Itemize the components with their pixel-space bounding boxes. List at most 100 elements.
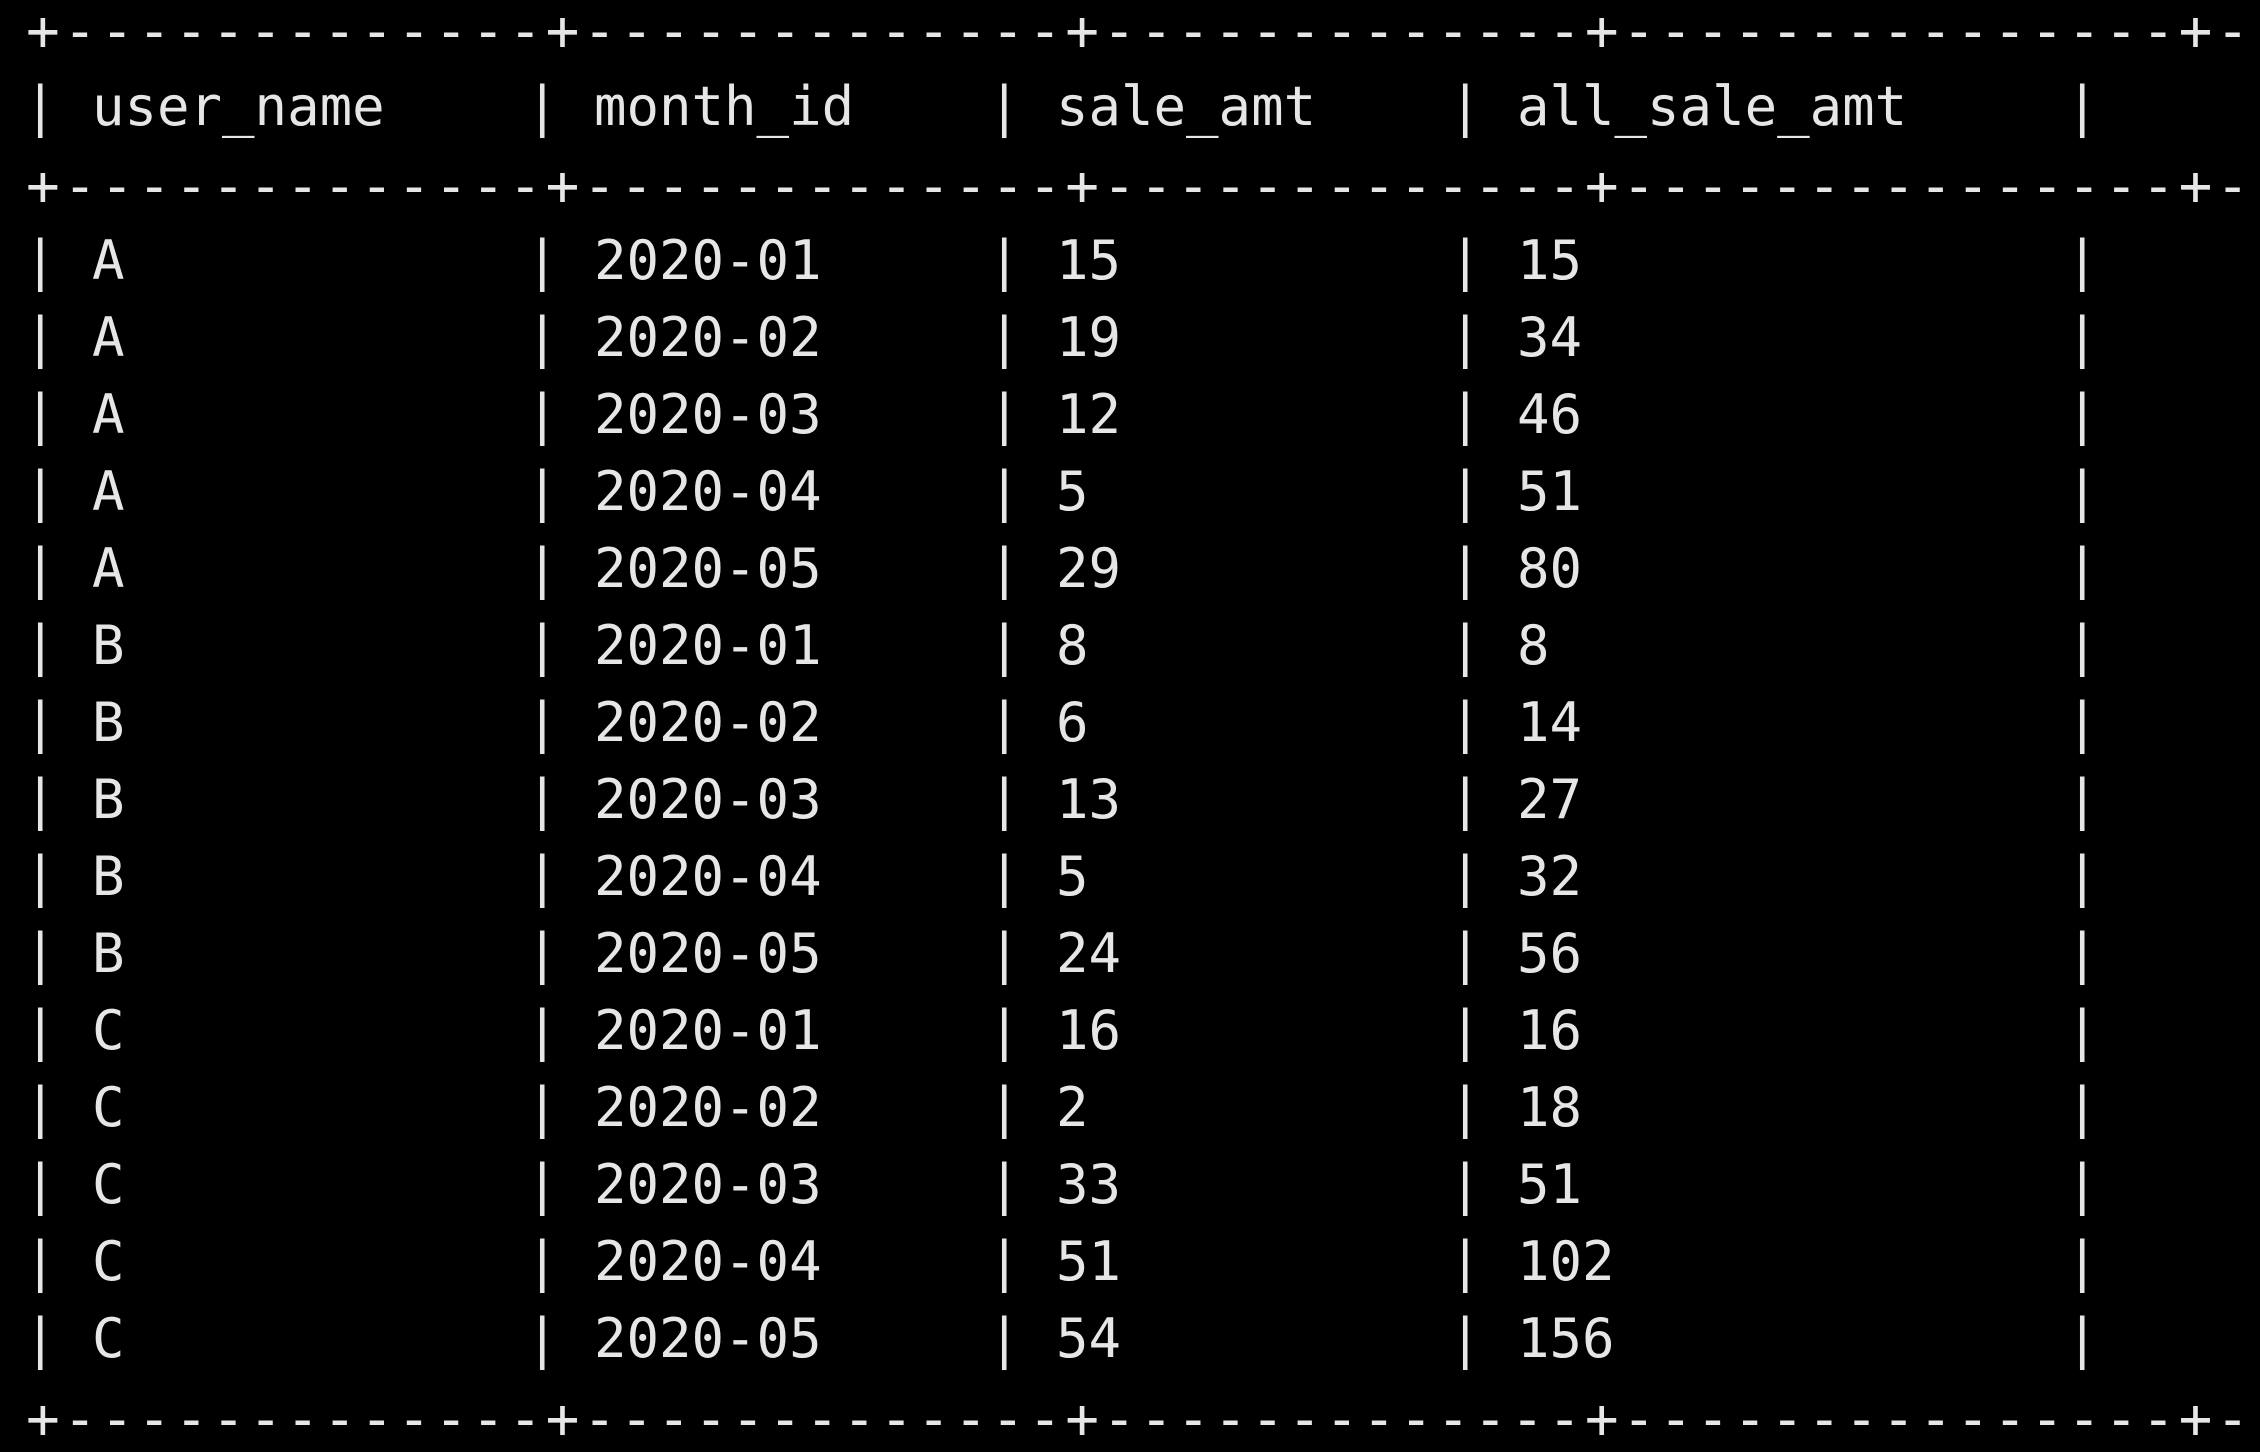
column-separator: | (2066, 614, 2099, 677)
column-separator: | (2066, 845, 2099, 908)
cell-user-name: C (92, 1076, 125, 1139)
cell-month-id: 2020-03 (594, 768, 822, 831)
column-separator: | (1449, 1230, 1482, 1293)
column-separator: | (526, 75, 559, 138)
cell-user-name: A (92, 383, 125, 446)
column-separator: | (988, 1076, 1021, 1139)
column-separator: | (24, 1076, 57, 1139)
column-separator: | (988, 768, 1021, 831)
column-separator: | (988, 1153, 1021, 1216)
cell-sale-amt: 15 (1056, 229, 1122, 292)
column-separator: | (1449, 75, 1482, 138)
table-row: | C | 2020-02 | 2 | 18 | (0, 1069, 2260, 1146)
cell-all-sale-amt: 102 (1517, 1230, 1615, 1293)
cell-sale-amt: 5 (1056, 845, 1089, 908)
column-separator: | (1449, 922, 1482, 985)
cell-sale-amt: 5 (1056, 460, 1089, 523)
column-separator: | (526, 614, 559, 677)
column-separator: | (24, 460, 57, 523)
column-separator: | (24, 537, 57, 600)
column-separator: | (1449, 999, 1482, 1062)
cell-all-sale-amt: 51 (1517, 460, 1583, 523)
column-separator: | (526, 1076, 559, 1139)
table-row: | A | 2020-03 | 12 | 46 | (0, 376, 2260, 453)
table-row: | A | 2020-02 | 19 | 34 | (0, 299, 2260, 376)
column-separator: | (2066, 1076, 2099, 1139)
table-row: | C | 2020-05 | 54 | 156 | (0, 1300, 2260, 1377)
column-separator: | (988, 537, 1021, 600)
table-row: | B | 2020-01 | 8 | 8 | (0, 607, 2260, 684)
cell-all-sale-amt: 34 (1517, 306, 1583, 369)
column-separator: | (2066, 306, 2099, 369)
column-separator: | (988, 614, 1021, 677)
table-body: | A | 2020-01 | 15 | 15 | | A | 2020-02 | 19 | 34 | | A | 202… (0, 222, 2260, 1377)
column-separator: | (2066, 229, 2099, 292)
cell-sale-amt: 29 (1056, 537, 1122, 600)
column-separator: | (1449, 1307, 1482, 1370)
terminal-window: +-------------+-------------+-----------… (0, 0, 2260, 1450)
column-separator: | (526, 229, 559, 292)
cell-all-sale-amt: 32 (1517, 845, 1583, 908)
cell-month-id: 2020-04 (594, 460, 822, 523)
table-header-separator: +-------------+-------------+-----------… (26, 154, 2260, 219)
column-separator: | (526, 691, 559, 754)
column-separator: | (24, 1230, 57, 1293)
column-separator: | (1449, 229, 1482, 292)
column-separator: | (24, 614, 57, 677)
column-separator: | (988, 229, 1021, 292)
table-row: | B | 2020-03 | 13 | 27 | (0, 761, 2260, 838)
cell-all-sale-amt: 15 (1517, 229, 1583, 292)
cell-month-id: 2020-03 (594, 383, 822, 446)
column-separator: | (526, 1230, 559, 1293)
cell-month-id: 2020-01 (594, 229, 822, 292)
column-separator: | (24, 229, 57, 292)
column-separator: | (526, 1153, 559, 1216)
cell-user-name: B (92, 614, 125, 677)
table-row: | A | 2020-04 | 5 | 51 | (0, 453, 2260, 530)
column-separator: | (526, 460, 559, 523)
cell-all-sale-amt: 8 (1517, 614, 1550, 677)
column-separator: | (1449, 1076, 1482, 1139)
cell-month-id: 2020-04 (594, 1230, 822, 1293)
column-separator: | (988, 383, 1021, 446)
cell-sale-amt: 12 (1056, 383, 1122, 446)
cell-user-name: C (92, 1307, 125, 1370)
column-separator: | (1449, 1153, 1482, 1216)
column-separator: | (988, 845, 1021, 908)
cell-user-name: B (92, 768, 125, 831)
column-separator: | (2066, 1307, 2099, 1370)
table-row: | C | 2020-03 | 33 | 51 | (0, 1146, 2260, 1223)
column-separator: | (1449, 306, 1482, 369)
cell-all-sale-amt: 14 (1517, 691, 1583, 754)
cell-month-id: 2020-05 (594, 1307, 822, 1370)
column-separator: | (988, 1307, 1021, 1370)
column-separator: | (988, 306, 1021, 369)
header-all-sale-amt: all_sale_amt (1517, 75, 1908, 138)
cell-all-sale-amt: 18 (1517, 1076, 1583, 1139)
column-separator: | (2066, 691, 2099, 754)
table-row: | C | 2020-04 | 51 | 102 | (0, 1223, 2260, 1300)
cell-user-name: C (92, 999, 125, 1062)
header-sale-amt: sale_amt (1056, 75, 1317, 138)
column-separator: | (988, 999, 1021, 1062)
column-separator: | (1449, 845, 1482, 908)
cell-user-name: A (92, 537, 125, 600)
cell-user-name: B (92, 922, 125, 985)
column-separator: | (2066, 537, 2099, 600)
column-separator: | (2066, 1153, 2099, 1216)
cell-month-id: 2020-02 (594, 1076, 822, 1139)
table-row: | B | 2020-05 | 24 | 56 | (0, 915, 2260, 992)
cell-sale-amt: 13 (1056, 768, 1122, 831)
column-separator: | (24, 691, 57, 754)
column-separator: | (24, 768, 57, 831)
column-separator: | (2066, 75, 2099, 138)
column-separator: | (24, 75, 57, 138)
column-separator: | (988, 691, 1021, 754)
column-separator: | (24, 383, 57, 446)
header-user-name: user_name (92, 75, 385, 138)
column-separator: | (2066, 383, 2099, 446)
column-separator: | (526, 537, 559, 600)
column-separator: | (526, 999, 559, 1062)
cell-all-sale-amt: 56 (1517, 922, 1583, 985)
cell-all-sale-amt: 27 (1517, 768, 1583, 831)
